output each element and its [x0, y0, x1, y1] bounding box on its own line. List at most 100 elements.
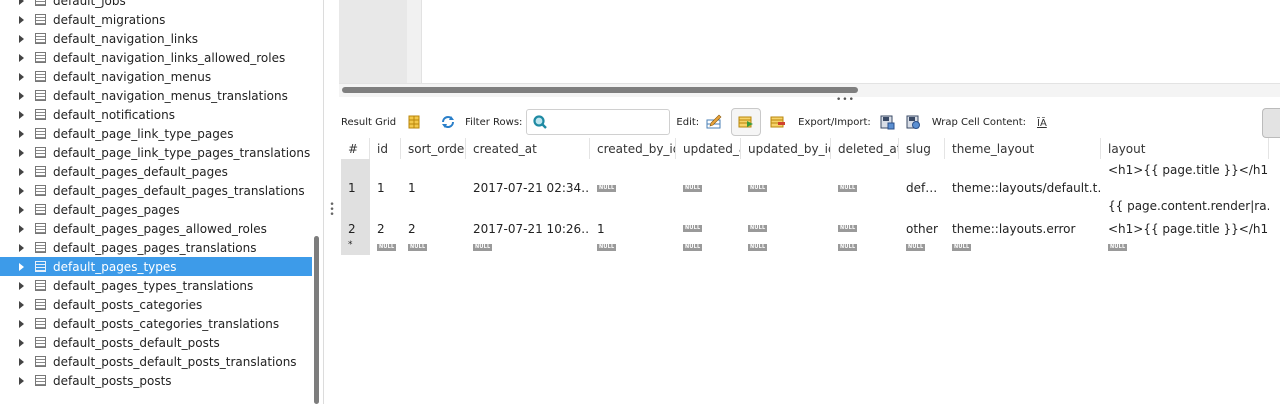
new-cell-updated-at[interactable]: NULL: [676, 240, 741, 255]
cell-updated-by-id[interactable]: NULL: [741, 217, 831, 240]
new-cell-deleted-at[interactable]: NULL: [831, 240, 899, 255]
sidebar-item-default-pages-types-translations[interactable]: default_pages_types_translations: [0, 276, 312, 295]
new-cell-updated-by-id[interactable]: NULL: [741, 240, 831, 255]
expand-arrow-icon[interactable]: [19, 72, 24, 81]
new-cell-slug[interactable]: NULL: [899, 240, 945, 255]
expand-arrow-icon[interactable]: [19, 15, 24, 24]
wrap-text-icon[interactable]: ĪĀ: [1035, 114, 1051, 130]
row-number[interactable]: 2: [341, 217, 370, 240]
cell-id[interactable]: 2: [370, 217, 401, 240]
sidebar-item-default-migrations[interactable]: default_migrations: [0, 10, 312, 29]
cell-created-at[interactable]: 2017-07-21 02:34…: [466, 159, 590, 217]
expand-arrow-icon[interactable]: [19, 243, 24, 252]
expand-arrow-icon[interactable]: [19, 376, 24, 385]
expand-arrow-icon[interactable]: [19, 357, 24, 366]
import-icon[interactable]: [905, 114, 921, 130]
column-header-id[interactable]: id: [370, 138, 401, 159]
expand-arrow-icon[interactable]: [19, 129, 24, 138]
new-cell-id[interactable]: NULL: [370, 240, 401, 255]
new-row[interactable]: * NULL NULL NULL NULL NULL NULL NULL NUL…: [341, 240, 1280, 255]
sidebar-item-default-pages-default-pages-translations[interactable]: default_pages_default_pages_translations: [0, 181, 312, 200]
expand-arrow-icon[interactable]: [19, 300, 24, 309]
expand-arrow-icon[interactable]: [19, 110, 24, 119]
cell-sort-order[interactable]: 1: [401, 159, 466, 217]
cell-theme-layout[interactable]: theme::layouts.error: [945, 217, 1101, 240]
insert-row-button[interactable]: [731, 108, 762, 136]
sidebar-item-default-page-link-type-pages-translations[interactable]: default_page_link_type_pages_translation…: [0, 143, 312, 162]
sidebar-item-default-pages-pages-translations[interactable]: default_pages_pages_translations: [0, 238, 312, 257]
sidebar-item-default-pages-types[interactable]: default_pages_types: [0, 257, 312, 276]
sidebar-item-default-pages-pages[interactable]: default_pages_pages: [0, 200, 312, 219]
cell-created-at[interactable]: 2017-07-21 10:26…: [466, 217, 590, 240]
grid-view-icon[interactable]: [406, 114, 422, 130]
cell-layout[interactable]: <h1>{{ page.title }}</h1> {{ page.conten…: [1101, 159, 1269, 217]
side-panel-toggle[interactable]: [1262, 108, 1280, 138]
export-icon[interactable]: [879, 114, 895, 130]
expand-arrow-icon[interactable]: [19, 148, 24, 157]
expand-arrow-icon[interactable]: [19, 319, 24, 328]
row-number[interactable]: 1: [341, 159, 370, 217]
column-header-updated-by-id[interactable]: updated_by_id: [741, 138, 831, 159]
column-header-rownum[interactable]: #: [341, 138, 370, 159]
expand-arrow-icon[interactable]: [19, 34, 24, 43]
column-header-created-at[interactable]: created_at: [466, 138, 590, 159]
sidebar-item-default-posts-posts[interactable]: default_posts_posts: [0, 371, 312, 390]
sidebar-item-default-posts-categories-translations[interactable]: default_posts_categories_translations: [0, 314, 312, 333]
new-cell-layout[interactable]: NULL: [1101, 240, 1269, 255]
sidebar-item-default-posts-default-posts[interactable]: default_posts_default_posts: [0, 333, 312, 352]
cell-updated-by-id[interactable]: NULL: [741, 159, 831, 217]
sidebar-item-default-notifications[interactable]: default_notifications: [0, 105, 312, 124]
cell-deleted-at[interactable]: NULL: [831, 217, 899, 240]
new-cell-created-by-id[interactable]: NULL: [590, 240, 676, 255]
sidebar-scrollbar[interactable]: [314, 236, 319, 404]
column-header-created-by-id[interactable]: created_by_id: [590, 138, 676, 159]
delete-row-icon[interactable]: [770, 114, 786, 130]
cell-created-by-id[interactable]: 1: [590, 217, 676, 240]
cell-created-by-id[interactable]: NULL: [590, 159, 676, 217]
splitter-handle[interactable]: • • •: [329, 201, 335, 220]
sidebar-item-default-pages-default-pages[interactable]: default_pages_default_pages: [0, 162, 312, 181]
column-header-sort-order[interactable]: sort_order: [401, 138, 466, 159]
sidebar-item-default-pages-pages-allowed-roles[interactable]: default_pages_pages_allowed_roles: [0, 219, 312, 238]
expand-arrow-icon[interactable]: [19, 186, 24, 195]
sidebar-item-default-navigation-menus[interactable]: default_navigation_menus: [0, 67, 312, 86]
new-cell-sort-order[interactable]: NULL: [401, 240, 466, 255]
expand-arrow-icon[interactable]: [19, 91, 24, 100]
expand-arrow-icon[interactable]: [19, 53, 24, 62]
cell-deleted-at[interactable]: NULL: [831, 159, 899, 217]
table-row[interactable]: 2 2 2 2017-07-21 10:26… 1 NULL NULL NULL…: [341, 217, 1280, 240]
new-cell-theme-layout[interactable]: NULL: [945, 240, 1101, 255]
cell-theme-layout[interactable]: theme::layouts/default.t…: [945, 159, 1101, 217]
column-header-deleted-at[interactable]: deleted_at: [831, 138, 899, 159]
cell-id[interactable]: 1: [370, 159, 401, 217]
new-cell-created-at[interactable]: NULL: [466, 240, 590, 255]
new-row-marker[interactable]: *: [341, 240, 370, 255]
sidebar-item-default-posts-categories[interactable]: default_posts_categories: [0, 295, 312, 314]
expand-arrow-icon[interactable]: [19, 281, 24, 290]
expand-arrow-icon[interactable]: [19, 0, 24, 5]
expand-arrow-icon[interactable]: [19, 167, 24, 176]
expand-arrow-icon[interactable]: [19, 224, 24, 233]
table-row[interactable]: 1 1 1 2017-07-21 02:34… NULL NULL NULL N…: [341, 159, 1280, 217]
cell-slug[interactable]: other: [899, 217, 945, 240]
column-header-layout[interactable]: layout: [1101, 138, 1269, 159]
cell-layout[interactable]: <h1>{{ page.title }}</h1>: [1101, 217, 1269, 240]
column-header-theme-layout[interactable]: theme_layout: [945, 138, 1101, 159]
editor-scroll-thumb[interactable]: [342, 87, 858, 93]
sidebar-item-default-posts-default-posts-translations[interactable]: default_posts_default_posts_translations: [0, 352, 312, 371]
sidebar-item-default-navigation-links[interactable]: default_navigation_links: [0, 29, 312, 48]
refresh-icon[interactable]: [440, 114, 456, 130]
expand-arrow-icon[interactable]: [19, 205, 24, 214]
column-header-slug[interactable]: slug: [899, 138, 945, 159]
expand-arrow-icon[interactable]: [19, 262, 24, 271]
cell-sort-order[interactable]: 2: [401, 217, 466, 240]
cell-updated-at[interactable]: NULL: [676, 159, 741, 217]
sidebar-item-default-navigation-menus-translations[interactable]: default_navigation_menus_translations: [0, 86, 312, 105]
sidebar-item-default-page-link-type-pages[interactable]: default_page_link_type_pages: [0, 124, 312, 143]
expand-arrow-icon[interactable]: [19, 338, 24, 347]
filter-rows-input[interactable]: [526, 109, 671, 135]
sidebar-item-default-navigation-links-allowed-roles[interactable]: default_navigation_links_allowed_roles: [0, 48, 312, 67]
cell-slug[interactable]: def…: [899, 159, 945, 217]
cell-updated-at[interactable]: NULL: [676, 217, 741, 240]
sql-editor[interactable]: [339, 0, 1280, 83]
